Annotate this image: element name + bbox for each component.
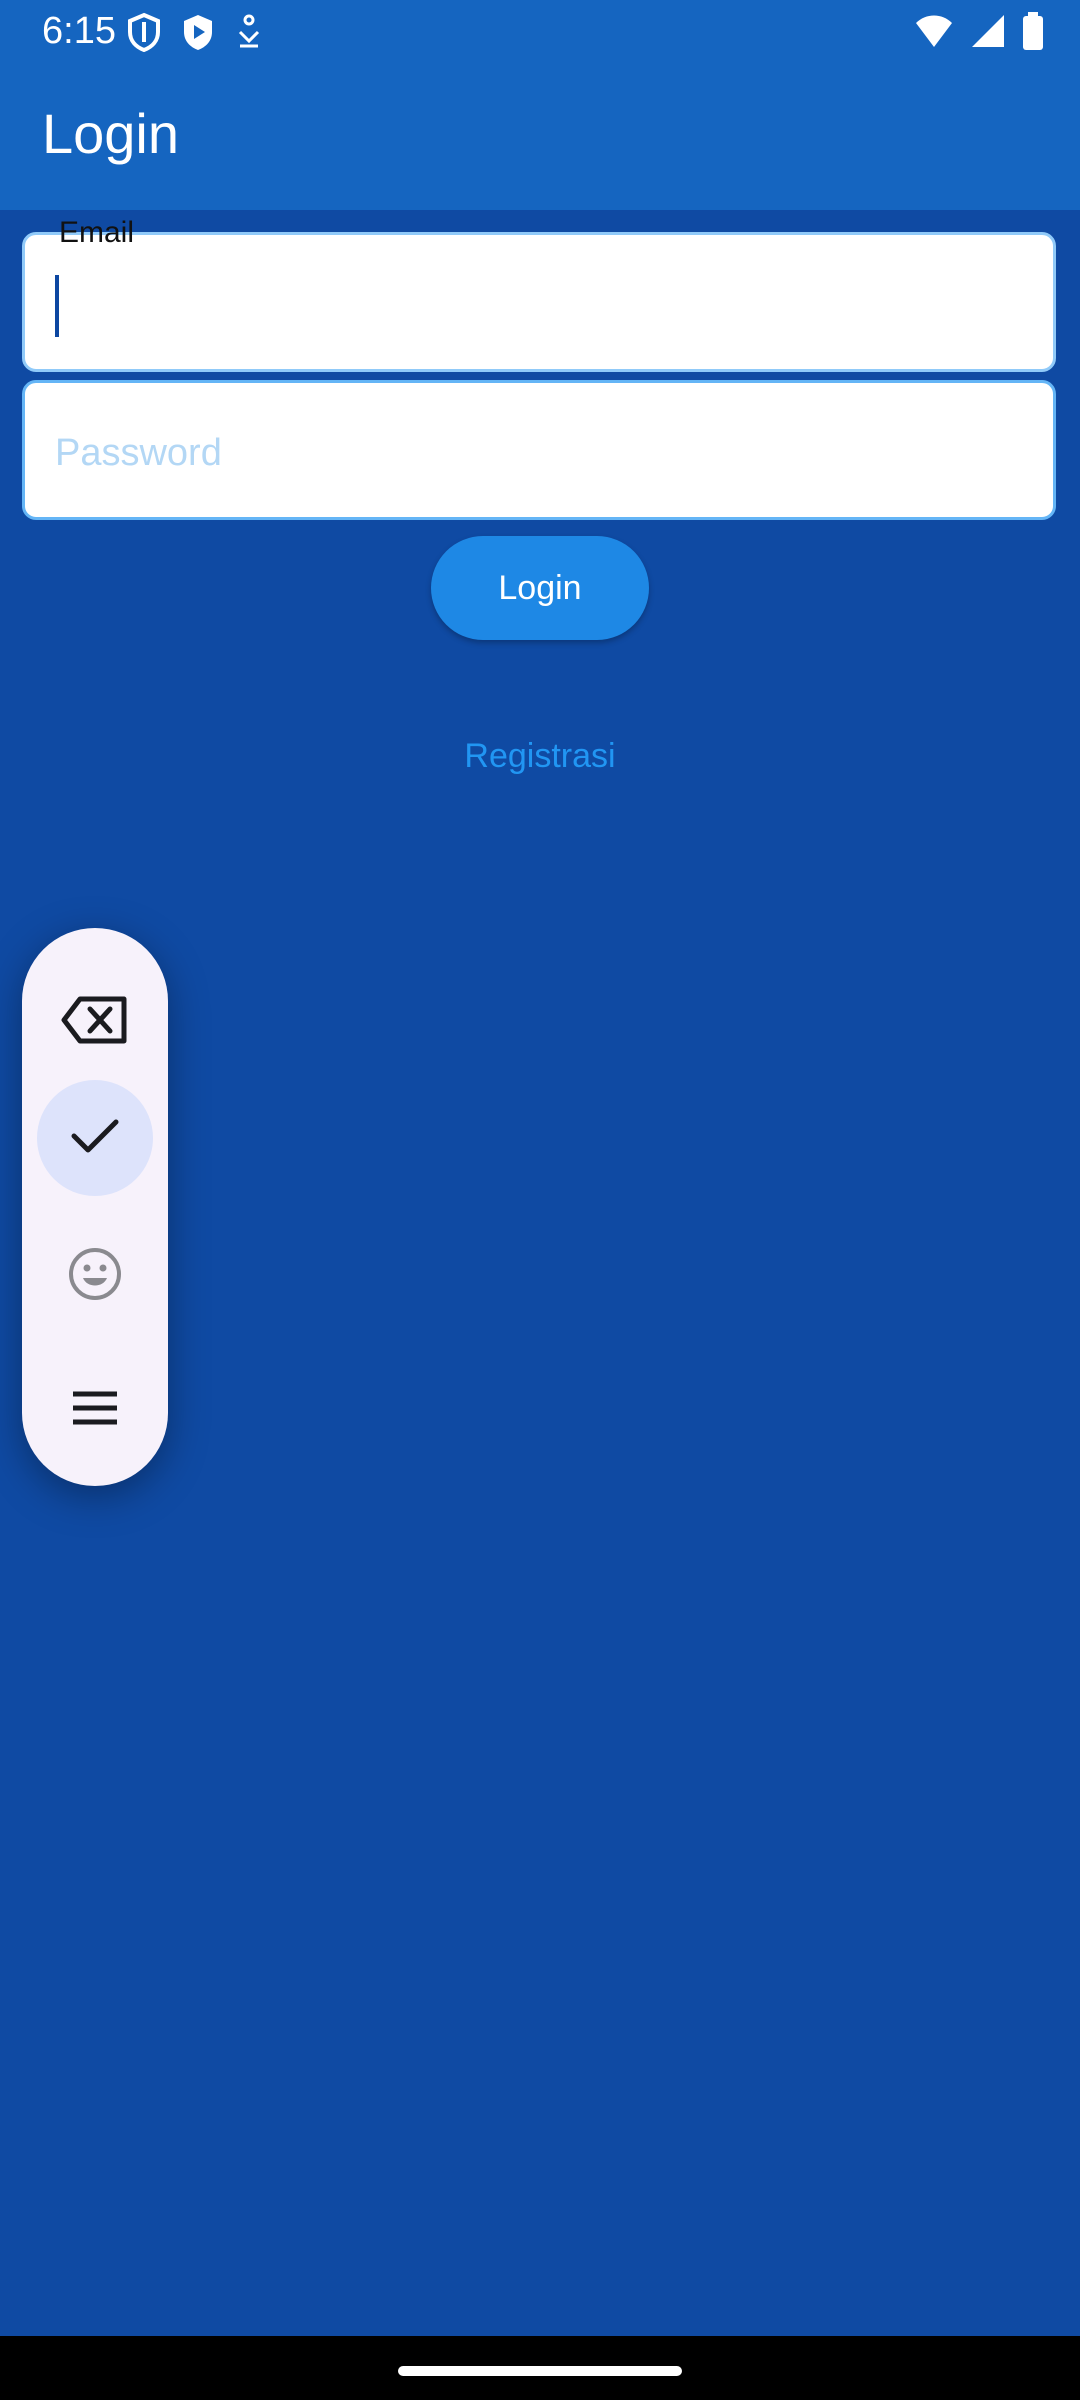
status-icons-left <box>126 12 264 57</box>
status-icons-right <box>914 12 1044 55</box>
app-bar: Login <box>0 62 1080 210</box>
status-bar: 6:15 <box>0 0 1080 62</box>
backspace-button[interactable] <box>37 964 153 1080</box>
email-field[interactable]: Email <box>22 216 1056 372</box>
shield-icon <box>126 12 162 57</box>
menu-icon <box>69 1388 121 1433</box>
menu-button[interactable] <box>37 1352 153 1468</box>
signal-icon <box>970 13 1006 54</box>
check-icon <box>70 1116 120 1161</box>
download-icon <box>234 12 264 57</box>
confirm-button[interactable] <box>37 1080 153 1196</box>
emoji-button[interactable] <box>37 1218 153 1334</box>
play-shield-icon <box>180 12 216 57</box>
register-link[interactable]: Registrasi <box>0 732 1080 780</box>
battery-icon <box>1022 12 1044 55</box>
home-gesture-handle[interactable] <box>398 2366 682 2376</box>
password-field[interactable] <box>55 421 1015 485</box>
backspace-icon <box>60 995 130 1050</box>
navigation-bar <box>0 2336 1080 2400</box>
text-cursor <box>55 275 59 337</box>
emoji-icon <box>67 1246 123 1307</box>
wifi-icon <box>914 13 954 54</box>
page-title: Login <box>42 102 180 165</box>
login-button[interactable]: Login <box>431 536 649 640</box>
floating-keyboard-toolbar <box>22 928 168 1486</box>
password-field-container <box>22 380 1056 520</box>
email-label: Email <box>59 216 135 249</box>
status-time: 6:15 <box>42 10 116 52</box>
